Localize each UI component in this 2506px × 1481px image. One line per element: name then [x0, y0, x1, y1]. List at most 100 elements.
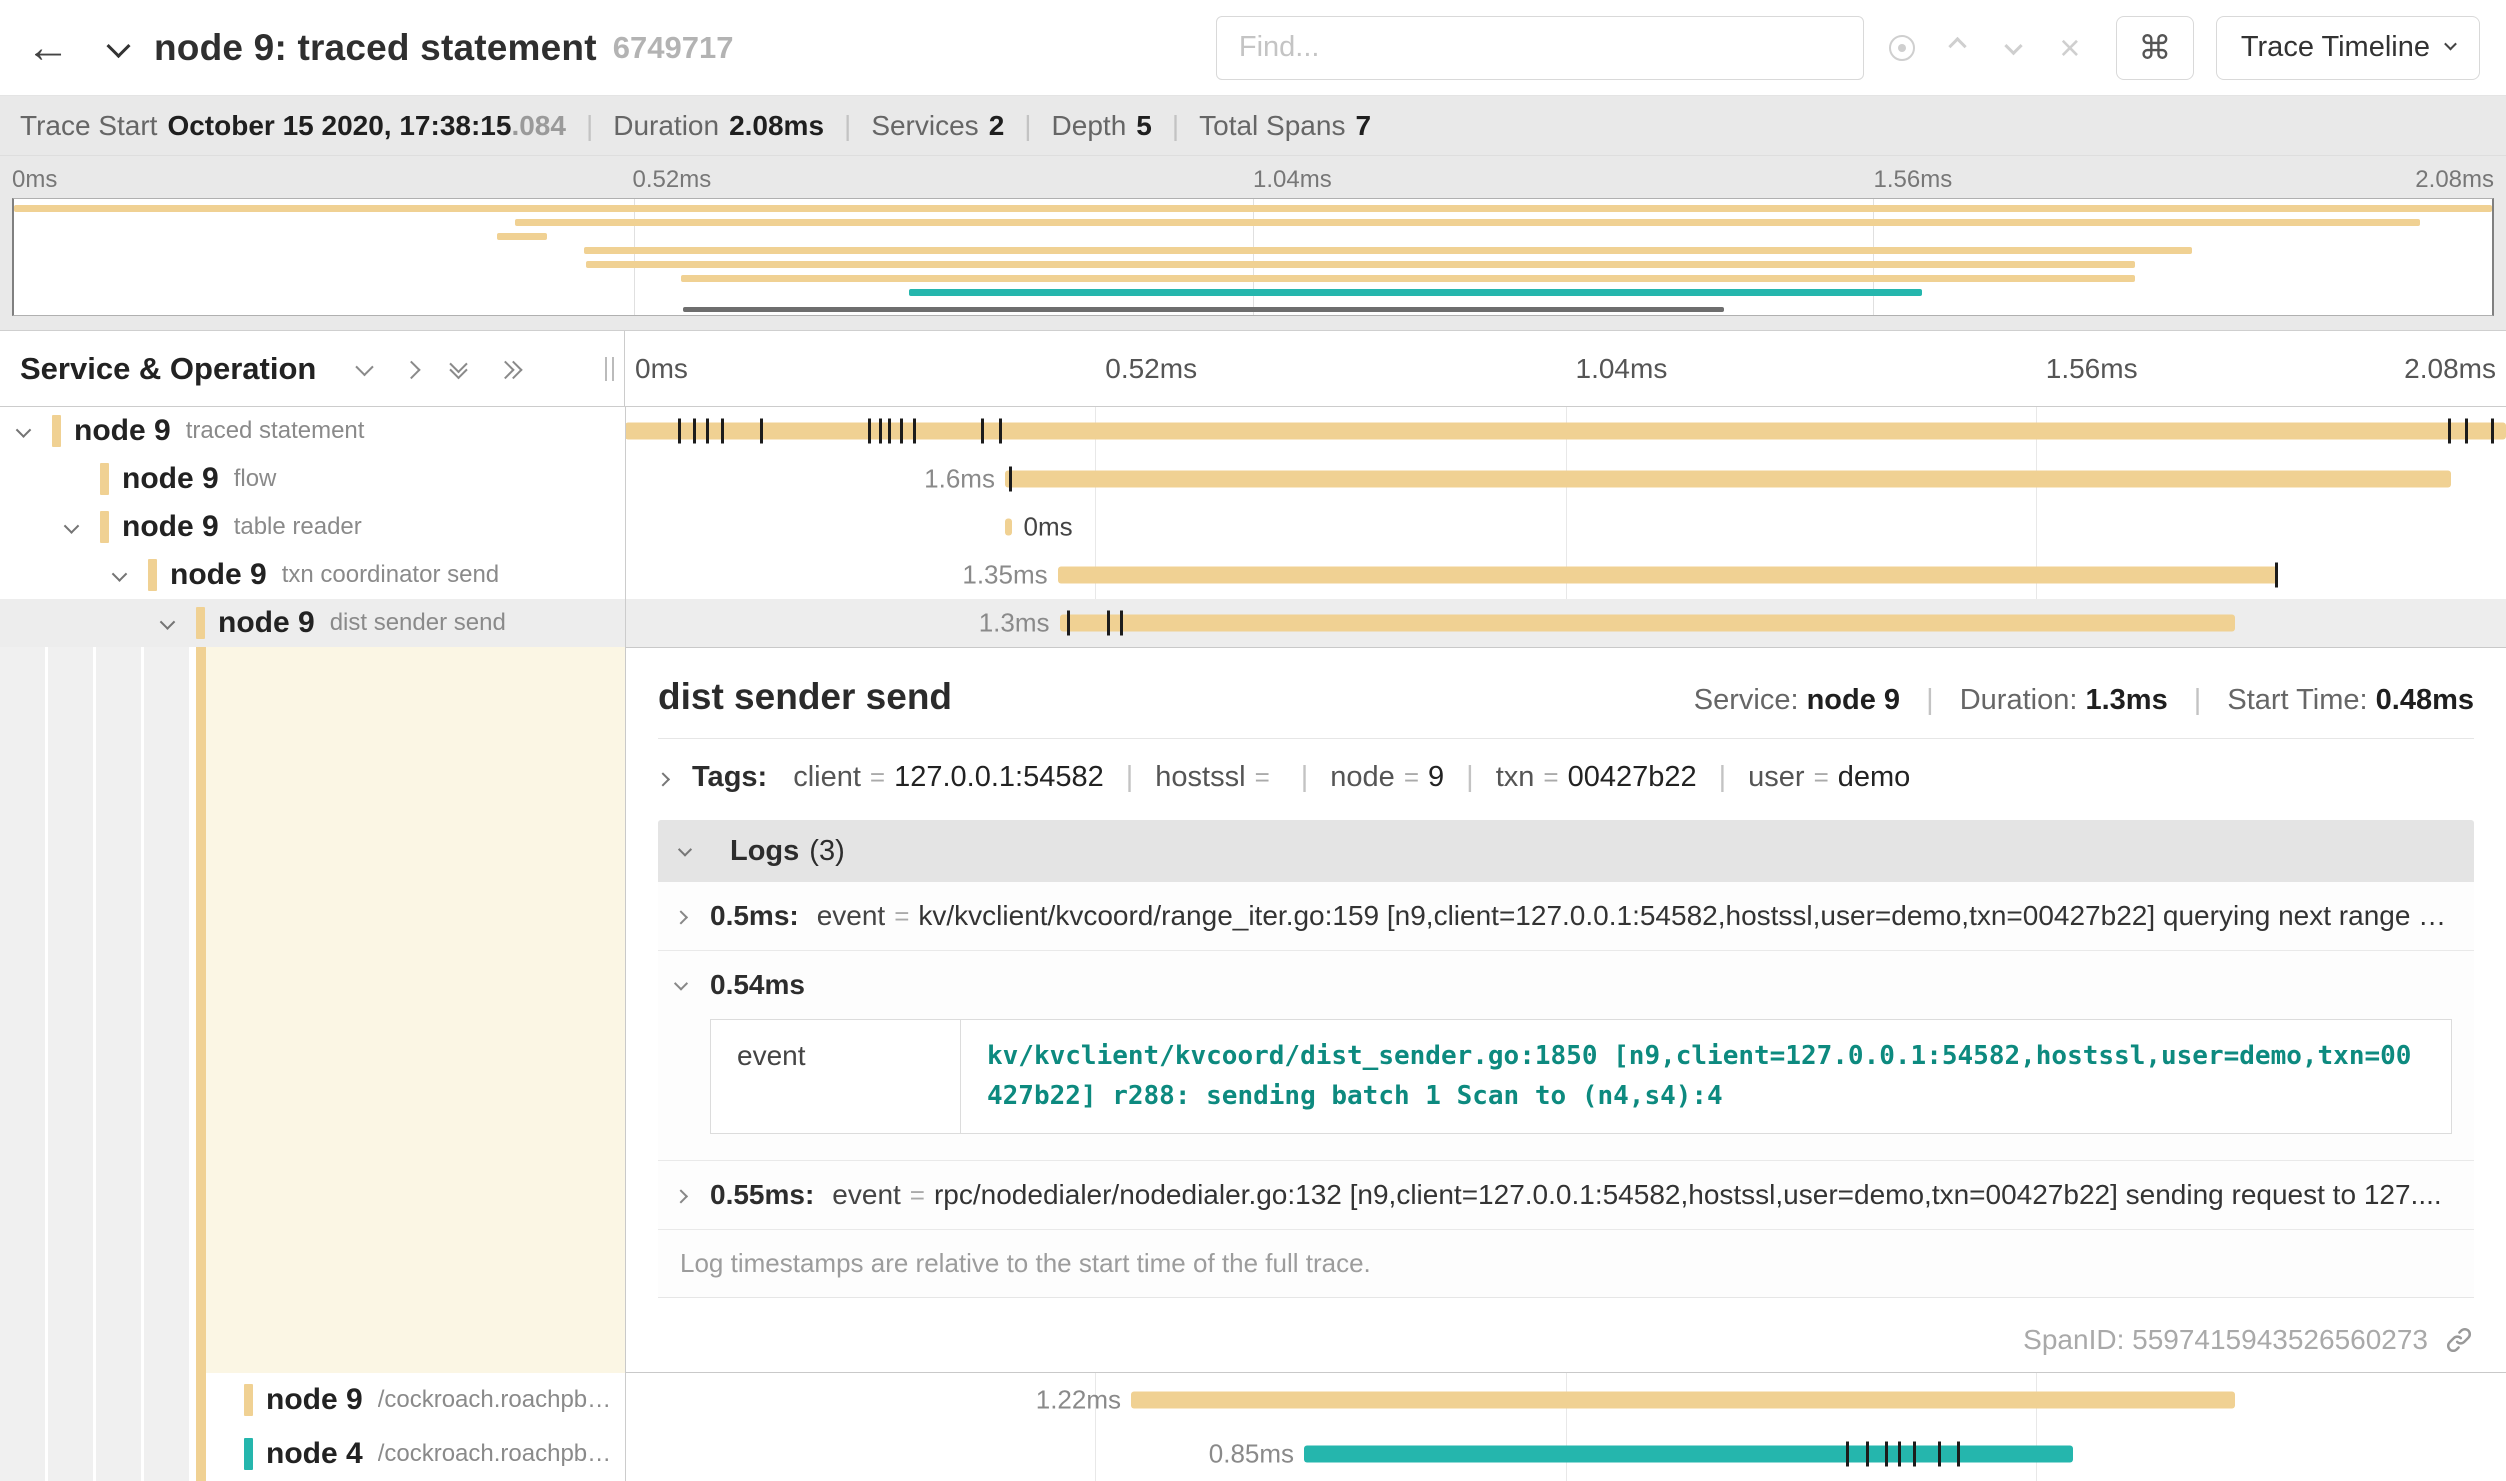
logs-note: Log timestamps are relative to the start… [658, 1230, 2474, 1298]
span-chevron-icon[interactable] [66, 522, 100, 533]
span-service: node 9 [170, 558, 267, 592]
log-marker-tick [1846, 1441, 1849, 1466]
keyboard-shortcuts-button[interactable]: ⌘ [2116, 16, 2194, 80]
tag-item: txn=00427b22 [1496, 761, 1697, 794]
services-value: 2 [989, 110, 1005, 142]
span-timeline[interactable]: 1.3ms [625, 599, 2506, 647]
span-bar[interactable] [1005, 471, 2451, 488]
span-detail-panel: dist sender send Service: node 9 | Durat… [625, 647, 2506, 1373]
span-chevron-icon[interactable] [114, 570, 148, 581]
locate-span-icon[interactable] [1874, 16, 1930, 80]
detail-span-title: dist sender send [658, 676, 952, 718]
span-chevron-icon[interactable] [18, 426, 52, 437]
span-row-traced-statement[interactable]: node 9 traced statement [0, 407, 2506, 455]
span-bar[interactable] [1131, 1391, 2235, 1408]
minimap-axis-label: 1.56ms [1874, 166, 1953, 194]
span-duration-label: 1.22ms [1036, 1384, 1121, 1415]
tags-accordion[interactable]: Tags: client=127.0.0.1:54582 | hostssl= … [626, 739, 2506, 812]
log-marker-tick [1913, 1441, 1916, 1466]
log-fields-table: event kv/kvclient/kvcoord/dist_sender.go… [710, 1019, 2452, 1134]
back-button[interactable]: ← [26, 26, 70, 70]
deep-link-icon[interactable] [2444, 1325, 2474, 1355]
log-marker-tick [693, 419, 696, 444]
expand-all-double-chevron-right-icon[interactable] [499, 362, 520, 375]
timeline-axis-label: 1.56ms [2046, 353, 2138, 385]
find-next-chevron-down-icon[interactable] [1986, 16, 2042, 80]
span-bar[interactable] [625, 423, 2506, 440]
span-service: node 9 [218, 606, 315, 640]
timeline-axis-label: 1.04ms [1576, 353, 1668, 385]
timeline-axis-label: 2.08ms [2404, 353, 2496, 385]
minimap-span-bar [497, 233, 547, 240]
expand-one-chevron-right-icon[interactable] [405, 362, 418, 375]
span-bar[interactable] [1060, 615, 2236, 632]
log-entry[interactable]: 0.55ms: event=rpc/nodedialer/nodedialer.… [658, 1161, 2474, 1230]
services-label: Services [871, 110, 978, 142]
find-input[interactable] [1216, 16, 1864, 80]
span-bar[interactable] [1058, 567, 2279, 584]
log-field-value: kv/kvclient/kvcoord/dist_sender.go:1850 … [961, 1020, 2451, 1133]
timeline-header: Service & Operation 0ms0.52ms1.04ms1.56m… [0, 331, 2506, 407]
trace-timeline-dropdown[interactable]: Trace Timeline [2216, 16, 2480, 80]
page-title: node 9: traced statement [154, 27, 597, 69]
span-operation: txn coordinator send [282, 561, 507, 589]
span-timeline[interactable]: 0.85ms [625, 1427, 2506, 1481]
span-row-batch-node4[interactable]: node 4 /cockroach.roachpb.I... 0.85ms [0, 1427, 2506, 1481]
duration-value: 2.08ms [729, 110, 824, 142]
span-chevron-icon[interactable] [162, 618, 196, 629]
log-marker-tick [1120, 611, 1123, 636]
find-prev-chevron-up-icon[interactable] [1930, 16, 1986, 80]
collapse-all-double-chevron-down-icon[interactable] [452, 359, 465, 378]
timeline-axis-label: 0.52ms [1105, 353, 1197, 385]
minimap-canvas[interactable] [12, 198, 2494, 316]
span-service: node 9 [122, 510, 219, 544]
span-timeline[interactable]: 0ms [625, 503, 2506, 551]
span-bar[interactable] [1005, 519, 1012, 536]
log-message: event=rpc/nodedialer/nodedialer.go:132 [… [832, 1179, 2456, 1211]
log-entry[interactable]: 0.5ms: event=kv/kvclient/kvcoord/range_i… [658, 882, 2474, 951]
span-row-batch-node9[interactable]: node 9 /cockroach.roachpb.I... 1.22ms [0, 1373, 2506, 1427]
log-marker-tick [721, 419, 724, 444]
span-color-marker [148, 559, 157, 591]
log-entry-expanded[interactable]: 0.54ms event kv/kvclient/kvcoord/dist_se… [658, 951, 2474, 1161]
span-timeline[interactable]: 1.6ms [625, 455, 2506, 503]
span-row-table-reader[interactable]: node 9 table reader 0ms [0, 503, 2506, 551]
log-marker-tick [1957, 1441, 1960, 1466]
span-timeline[interactable]: 1.35ms [625, 551, 2506, 599]
minimap-gridline [1253, 199, 1254, 315]
minimap-scroll-indicator [683, 307, 1724, 312]
chevron-right-icon [676, 911, 710, 921]
log-marker-tick [981, 419, 984, 444]
span-row-dist-sender-send[interactable]: node 9 dist sender send 1.3ms [0, 599, 2506, 647]
log-timestamp: 0.55ms: [710, 1179, 814, 1211]
log-marker-tick [1866, 1441, 1869, 1466]
span-operation: table reader [234, 513, 370, 541]
span-timeline[interactable]: 1.22ms [625, 1373, 2506, 1427]
log-marker-tick [1009, 467, 1012, 492]
tag-item: client=127.0.0.1:54582 [793, 761, 1104, 794]
span-duration-label: 1.35ms [962, 560, 1047, 591]
log-marker-tick [760, 419, 763, 444]
span-row-flow[interactable]: node 9 flow 1.6ms [0, 455, 2506, 503]
trace-timeline-label: Trace Timeline [2241, 31, 2430, 64]
panel-resize-handle[interactable] [605, 357, 614, 381]
logs-accordion-header[interactable]: Logs (3) [658, 820, 2474, 882]
collapse-trace-chevron-icon[interactable] [104, 39, 132, 56]
timeline-axis: 0ms0.52ms1.04ms1.56ms2.08ms [625, 331, 2506, 406]
span-timeline[interactable] [625, 407, 2506, 455]
log-marker-tick [900, 419, 903, 444]
span-operation: traced statement [186, 417, 373, 445]
log-marker-tick [888, 419, 891, 444]
trace-summary-bar: Trace Start October 15 2020, 17:38:15.08… [0, 96, 2506, 156]
clear-find-icon[interactable]: × [2042, 16, 2098, 80]
span-color-marker [100, 463, 109, 495]
span-row-txn-coordinator-send[interactable]: node 9 txn coordinator send 1.35ms [0, 551, 2506, 599]
detail-span-meta: Service: node 9 | Duration: 1.3ms | Star… [1694, 684, 2474, 717]
total-spans-label: Total Spans [1199, 110, 1345, 142]
depth-label: Depth [1052, 110, 1127, 142]
log-message: event=kv/kvclient/kvcoord/range_iter.go:… [817, 900, 2456, 932]
span-duration-label: 1.3ms [979, 608, 1050, 639]
collapse-one-chevron-down-icon[interactable] [358, 362, 371, 375]
log-marker-tick [2275, 563, 2278, 588]
log-marker-tick [1938, 1441, 1941, 1466]
